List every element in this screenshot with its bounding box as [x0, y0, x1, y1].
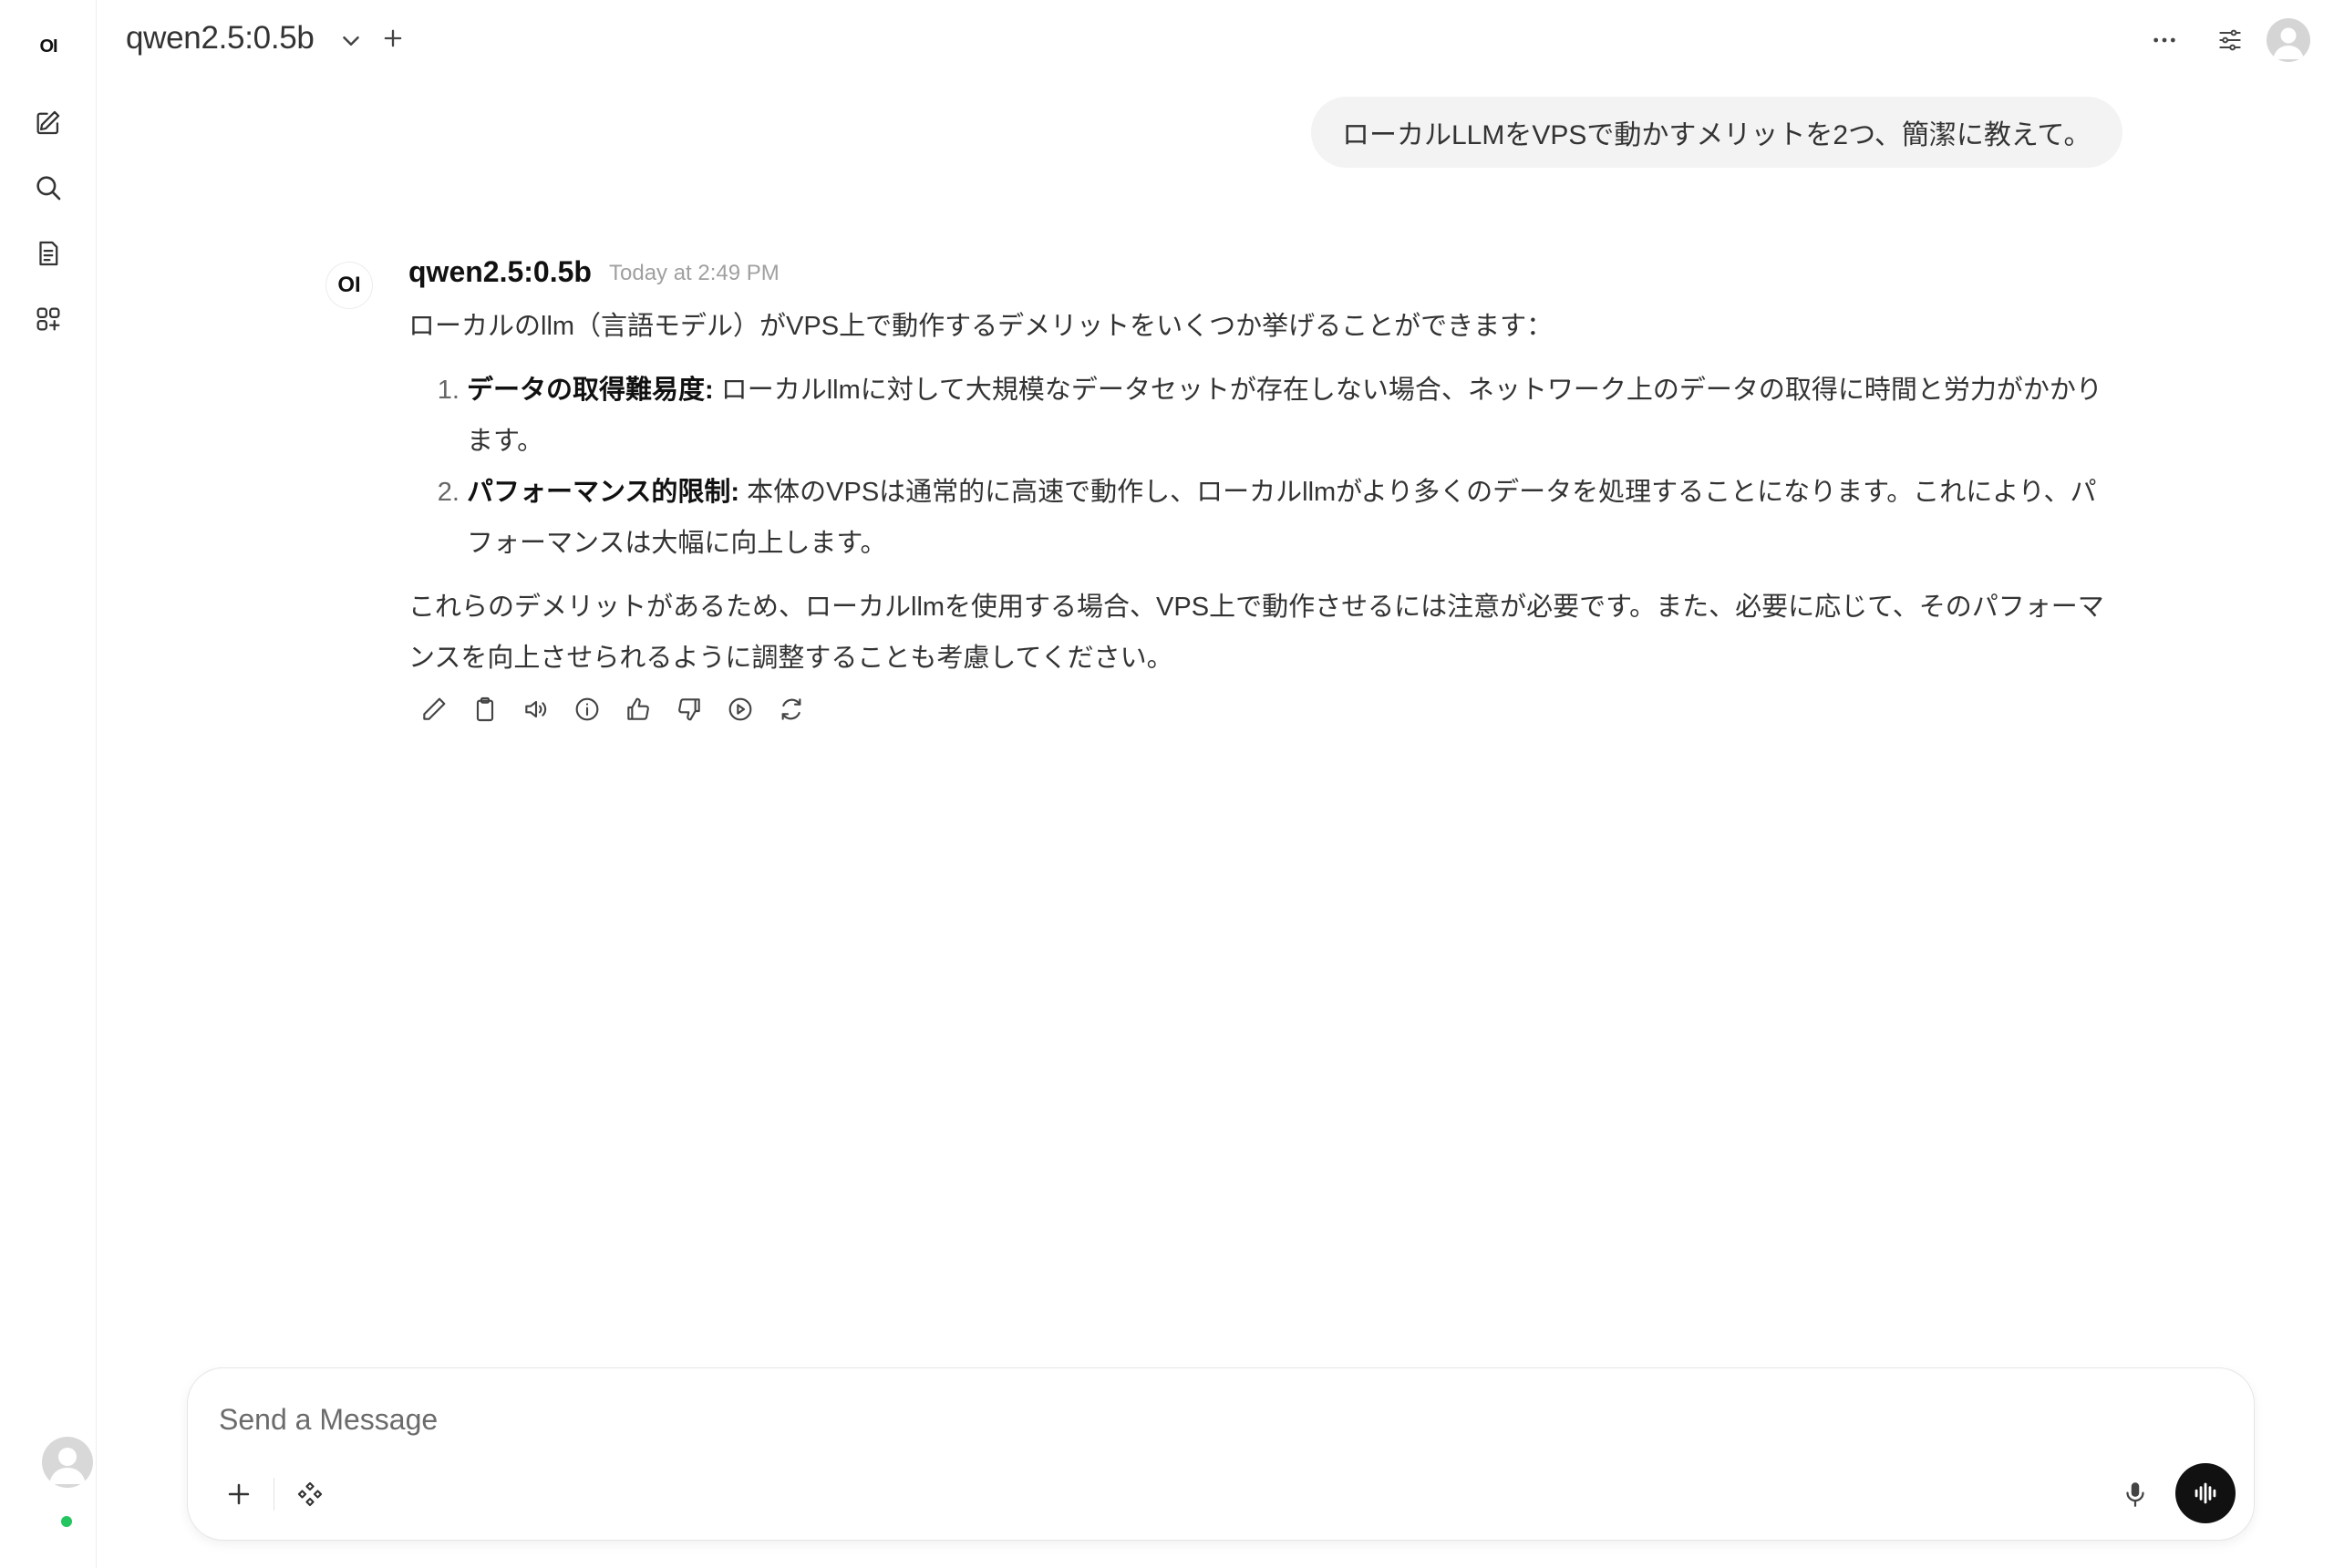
answer-list: データの取得難易度: ローカルllmに対して大規模なデータセットが存在しない場合…	[408, 365, 2122, 569]
ellipsis-icon	[2153, 37, 2175, 43]
assistant-name: qwen2.5:0.5b	[408, 255, 592, 288]
pencil-icon	[423, 697, 446, 720]
answer-intro: ローカルのllm（言語モデル）がVPS上で動作するデメリットをいくつか挙げること…	[408, 312, 1554, 341]
online-status-dot	[58, 1513, 75, 1530]
more-options-button[interactable]	[2144, 20, 2184, 60]
workspace-button[interactable]	[30, 301, 67, 337]
chevron-down-icon	[343, 36, 359, 46]
bad-response-button[interactable]	[671, 691, 707, 727]
read-aloud-button[interactable]	[518, 691, 554, 727]
avatar	[42, 1437, 93, 1488]
play-circle-icon	[728, 697, 752, 721]
voice-mode-button[interactable]	[2175, 1463, 2236, 1523]
list-item-title: パフォーマンス的限制:	[467, 478, 740, 507]
info-icon	[575, 697, 599, 721]
user-message-bubble: ローカルLLMをVPSで動かすメリットを2つ、簡潔に教えて。	[1311, 97, 2122, 168]
waveform-icon	[2195, 1482, 2216, 1504]
sliders-icon	[2219, 29, 2241, 51]
tools-diamond-icon	[297, 1481, 323, 1507]
edit-message-button[interactable]	[416, 691, 452, 727]
list-item-title: データの取得難易度:	[467, 376, 714, 405]
microphone-icon	[2126, 1482, 2144, 1507]
document-icon	[39, 241, 58, 266]
user-icon	[2273, 27, 2304, 59]
user-menu-button[interactable]	[20, 1437, 93, 1530]
notes-button[interactable]	[30, 235, 67, 272]
message-input[interactable]	[219, 1394, 2042, 1445]
model-selector-toggle[interactable]	[337, 27, 365, 55]
assistant-avatar: OI	[326, 263, 372, 308]
thumbs-up-icon	[627, 697, 649, 720]
assistant-message-content: ローカルのllm（言語モデル）がVPS上で動作するデメリットをいくつか挙げること…	[408, 301, 2122, 684]
list-item: パフォーマンス的限制: 本体のVPSは通常的に高速で動作し、ローカルllmがより…	[467, 467, 2122, 569]
chat-controls-button[interactable]	[2210, 20, 2250, 60]
left-rail: OI	[0, 0, 97, 1568]
good-response-button[interactable]	[620, 691, 656, 727]
generation-info-button[interactable]	[569, 691, 605, 727]
message-timestamp: Today at 2:49 PM	[609, 261, 780, 285]
speaker-icon	[525, 700, 547, 718]
add-model-button[interactable]	[379, 26, 407, 53]
regenerate-button[interactable]	[773, 691, 810, 727]
answer-conclusion: これらのデメリットがあるため、ローカルllmを使用する場合、VPS上で動作させる…	[408, 593, 2104, 673]
copy-button[interactable]	[467, 691, 503, 727]
plus-icon	[228, 1483, 250, 1505]
plus-icon	[384, 29, 402, 47]
account-avatar-button[interactable]	[2267, 18, 2310, 62]
continue-response-button[interactable]	[722, 691, 759, 727]
clipboard-icon	[476, 696, 494, 722]
dictate-button[interactable]	[2115, 1474, 2155, 1514]
search-button[interactable]	[30, 170, 67, 206]
new-chat-button[interactable]	[30, 104, 67, 140]
list-item: データの取得難易度: ローカルllmに対して大規模なデータセットが存在しない場合…	[467, 365, 2122, 467]
pencil-square-icon	[36, 110, 60, 135]
attach-button[interactable]	[219, 1474, 259, 1514]
message-composer	[187, 1367, 2255, 1541]
thumbs-down-icon	[678, 698, 700, 721]
search-icon	[36, 176, 61, 201]
model-selector-label[interactable]: qwen2.5:0.5b	[126, 20, 315, 57]
refresh-icon	[781, 698, 801, 720]
apps-plus-icon	[36, 307, 60, 331]
app-logo[interactable]: OI	[31, 33, 66, 60]
message-action-bar	[416, 691, 810, 727]
chat-header: qwen2.5:0.5b	[97, 0, 2334, 84]
integrations-button[interactable]	[290, 1474, 330, 1514]
